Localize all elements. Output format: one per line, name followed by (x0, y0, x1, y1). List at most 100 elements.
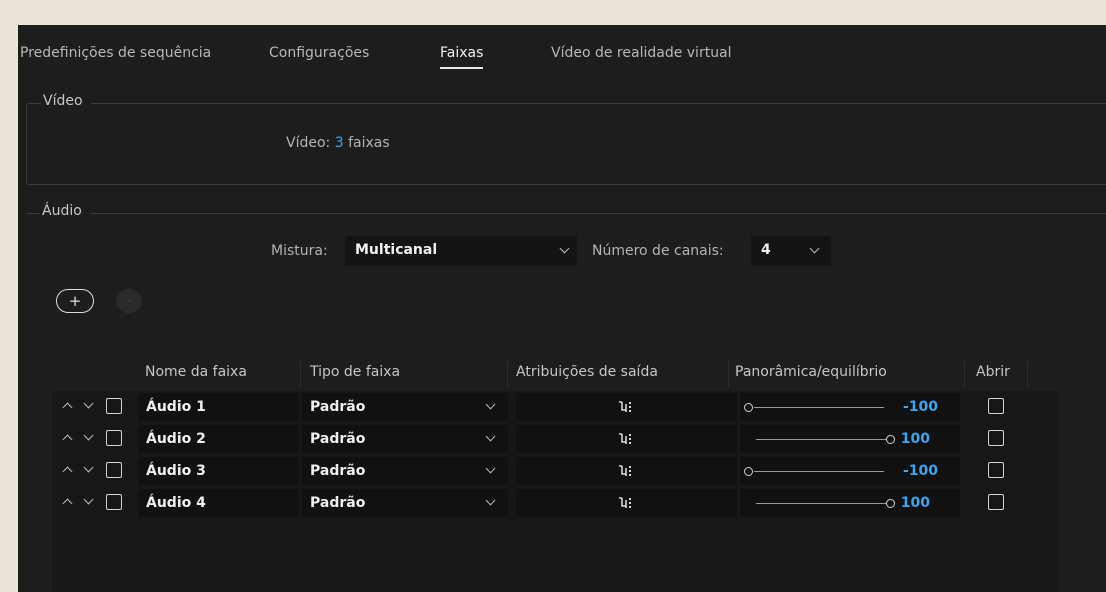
chevron-down-icon (485, 399, 496, 410)
routing-icon (619, 433, 631, 444)
tab-bar: Predefinições de sequência Configurações… (18, 25, 1106, 89)
open-checkbox[interactable] (988, 494, 1004, 510)
pan-slider-knob[interactable] (744, 403, 753, 412)
tab-settings[interactable]: Configurações (269, 45, 369, 61)
move-up-icon[interactable] (62, 402, 73, 413)
track-type: Padrão (310, 431, 366, 447)
track-name: Áudio 3 (146, 463, 206, 479)
row-select-checkbox[interactable] (106, 494, 122, 510)
video-group-title: Vídeo (41, 93, 91, 109)
open-checkbox[interactable] (988, 398, 1004, 414)
video-tracks-unit: faixas (348, 135, 390, 151)
table-header: Nome da faixa Tipo de faixa Atribuições … (52, 355, 1058, 391)
output-assignment-cell[interactable] (516, 425, 737, 453)
sequence-settings-panel: Predefinições de sequência Configurações… (18, 25, 1106, 592)
pan-balance-cell[interactable]: -100 (740, 393, 960, 421)
track-type-select[interactable]: Padrão (302, 425, 508, 453)
chevron-down-icon (559, 243, 570, 254)
routing-icon (619, 465, 631, 476)
column-track-type[interactable]: Tipo de faixa (310, 364, 400, 380)
column-divider (1027, 361, 1028, 387)
track-name: Áudio 2 (146, 431, 206, 447)
track-type-select[interactable]: Padrão (302, 393, 508, 421)
output-assignment-cell[interactable] (516, 489, 737, 517)
pan-value[interactable]: -100 (888, 399, 938, 415)
table-row[interactable]: Áudio 1 Padrão -100 (52, 392, 1058, 422)
track-type-select[interactable]: Padrão (302, 489, 508, 517)
pan-slider-track[interactable] (756, 439, 886, 440)
mix-label: Mistura: (271, 243, 328, 259)
move-up-icon[interactable] (62, 498, 73, 509)
table-row[interactable]: Áudio 4 Padrão 100 (52, 488, 1058, 518)
chevron-down-icon (809, 243, 820, 254)
output-assignment-cell[interactable] (516, 457, 737, 485)
add-track-button[interactable]: + (56, 289, 94, 313)
tab-tracks[interactable]: Faixas (440, 45, 484, 69)
track-name-field[interactable]: Áudio 3 (138, 457, 299, 485)
open-checkbox[interactable] (988, 430, 1004, 446)
move-up-icon[interactable] (62, 434, 73, 445)
pan-slider-knob[interactable] (744, 467, 753, 476)
table-row[interactable]: Áudio 2 Padrão 100 (52, 424, 1058, 454)
column-output-assignments[interactable]: Atribuições de saída (516, 364, 658, 380)
video-group: Vídeo (26, 93, 1106, 185)
table-row[interactable]: Áudio 3 Padrão -100 (52, 456, 1058, 486)
chevron-down-icon (485, 463, 496, 474)
track-name: Áudio 4 (146, 495, 206, 511)
row-select-checkbox[interactable] (106, 398, 122, 414)
pan-slider-track[interactable] (754, 407, 884, 408)
track-type-select[interactable]: Padrão (302, 457, 508, 485)
move-down-icon[interactable] (83, 462, 94, 473)
pan-value[interactable]: -100 (888, 463, 938, 479)
column-open[interactable]: Abrir (976, 364, 1010, 380)
routing-icon (619, 401, 631, 412)
pan-slider-track[interactable] (756, 503, 886, 504)
remove-track-button[interactable]: - (116, 289, 142, 313)
routing-icon (619, 497, 631, 508)
video-tracks-label: Vídeo: (286, 135, 331, 151)
move-up-icon[interactable] (62, 466, 73, 477)
audio-group-title: Áudio (40, 203, 90, 219)
chevron-down-icon (485, 431, 496, 442)
track-type: Padrão (310, 463, 366, 479)
pan-value[interactable]: 100 (880, 495, 930, 511)
row-select-checkbox[interactable] (106, 462, 122, 478)
move-down-icon[interactable] (83, 494, 94, 505)
tab-sequence-presets[interactable]: Predefinições de sequência (20, 45, 211, 61)
track-name-field[interactable]: Áudio 4 (138, 489, 299, 517)
move-down-icon[interactable] (83, 430, 94, 441)
open-cell (970, 393, 1026, 421)
column-pan-balance[interactable]: Panorâmica/equilíbrio (735, 364, 887, 380)
pan-slider-track[interactable] (754, 471, 884, 472)
track-name: Áudio 1 (146, 399, 206, 415)
open-cell (970, 489, 1026, 517)
output-assignment-cell[interactable] (516, 393, 737, 421)
column-divider (300, 361, 301, 387)
column-divider (728, 361, 729, 387)
open-checkbox[interactable] (988, 462, 1004, 478)
pan-value[interactable]: 100 (880, 431, 930, 447)
video-track-count[interactable]: 3 (335, 135, 344, 151)
audio-tracks-table: Nome da faixa Tipo de faixa Atribuições … (52, 355, 1058, 592)
open-cell (970, 457, 1026, 485)
column-track-name[interactable]: Nome da faixa (145, 364, 247, 380)
column-divider (507, 361, 508, 387)
track-type: Padrão (310, 495, 366, 511)
row-select-checkbox[interactable] (106, 430, 122, 446)
video-tracks-row: Vídeo: 3 faixas (286, 135, 390, 151)
move-down-icon[interactable] (83, 398, 94, 409)
mix-select[interactable]: Multicanal (345, 236, 577, 266)
track-name-field[interactable]: Áudio 1 (138, 393, 299, 421)
chevron-down-icon (485, 495, 496, 506)
pan-balance-cell[interactable]: 100 (740, 489, 960, 517)
track-type: Padrão (310, 399, 366, 415)
pan-balance-cell[interactable]: -100 (740, 457, 960, 485)
mix-value: Multicanal (355, 242, 438, 258)
channels-value: 4 (761, 242, 771, 258)
channels-label: Número de canais: (592, 243, 724, 259)
track-name-field[interactable]: Áudio 2 (138, 425, 299, 453)
column-divider (964, 361, 965, 387)
channels-select[interactable]: 4 (751, 236, 831, 266)
tab-vr-video[interactable]: Vídeo de realidade virtual (551, 45, 732, 61)
pan-balance-cell[interactable]: 100 (740, 425, 960, 453)
